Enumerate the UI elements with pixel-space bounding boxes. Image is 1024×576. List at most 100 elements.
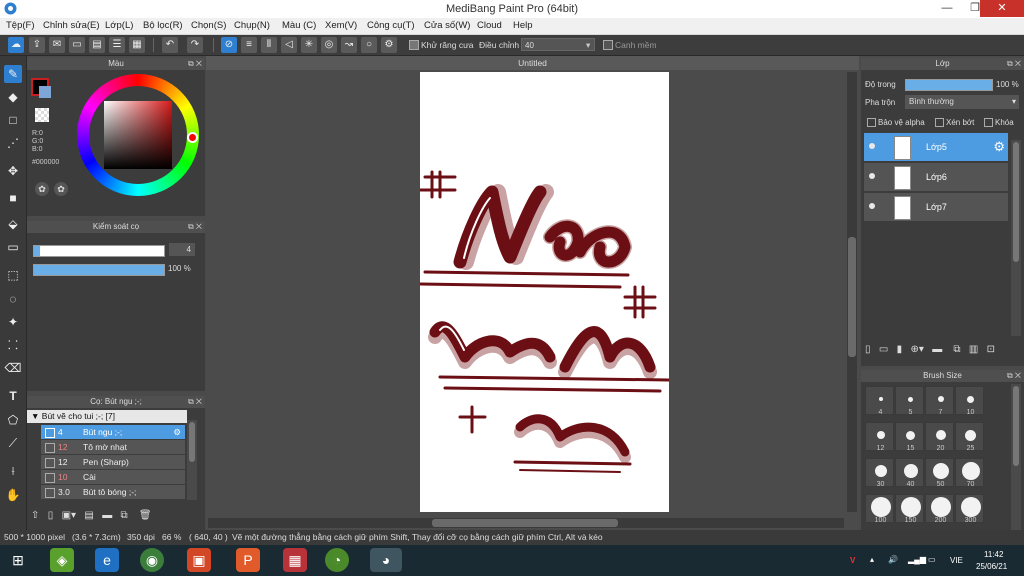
canvas-area[interactable]: Untitled: [206, 56, 859, 530]
gradient-tool-icon[interactable]: ▭: [4, 238, 22, 256]
menu-edit[interactable]: Chỉnh sửa(E): [43, 20, 100, 31]
fill-rect-tool-icon[interactable]: ■: [4, 189, 22, 207]
settings-gear-icon[interactable]: ⚙: [381, 37, 397, 53]
office-icon[interactable]: ▣: [187, 548, 211, 572]
layer-scrollbar[interactable]: [1011, 140, 1021, 336]
operation-tool-icon[interactable]: ⬠: [4, 411, 22, 429]
brush-new-icon[interactable]: ▯: [48, 510, 54, 521]
list-icon[interactable]: ☰: [109, 37, 125, 53]
network-icon[interactable]: ▂▄▆: [908, 555, 926, 564]
brush-size-preset[interactable]: 200: [925, 494, 954, 524]
new-halftone-layer-icon[interactable]: ▭: [879, 344, 888, 355]
adjust-value-dropdown[interactable]: 40: [521, 38, 595, 51]
eyedropper-tool-icon[interactable]: ⟊: [4, 462, 22, 480]
move-tool-icon[interactable]: ✥: [4, 162, 22, 180]
brush-size-preset[interactable]: 100: [865, 494, 894, 524]
clipping-checkbox[interactable]: [935, 118, 944, 127]
brush-size-preset[interactable]: 150: [895, 494, 924, 524]
layer-opacity-slider[interactable]: [905, 79, 993, 91]
grid-icon[interactable]: ▦: [129, 37, 145, 53]
app-swirl-icon[interactable]: ◔: [325, 548, 349, 572]
select-rect-icon[interactable]: ⬚: [4, 266, 22, 284]
brush-size-scrollbar[interactable]: [1011, 384, 1021, 530]
brush-size-preset[interactable]: 40: [895, 458, 924, 488]
panel-close-icon[interactable]: ⧉ ✕: [188, 58, 202, 70]
volume-icon[interactable]: 🔊: [888, 555, 898, 564]
select-eraser-icon[interactable]: ⌫: [4, 359, 22, 377]
brush-item-selected[interactable]: 4 Bút ngu ;-; ⚙: [41, 425, 185, 439]
new-layer-icon[interactable]: ▯: [865, 344, 871, 355]
rectangle-tool-icon[interactable]: □: [4, 111, 22, 129]
upload-icon[interactable]: ⇪: [29, 37, 45, 53]
brush-size-preset[interactable]: 25: [955, 422, 984, 452]
dot-tool-icon[interactable]: ⋰: [4, 134, 22, 152]
secondary-color-swatch[interactable]: [39, 86, 51, 98]
brush-size-preset[interactable]: 5: [895, 386, 924, 416]
menu-cloud[interactable]: Cloud: [477, 20, 502, 31]
snap-vertical-icon[interactable]: ⦀: [261, 37, 277, 53]
powerpoint-icon[interactable]: P: [236, 548, 260, 572]
close-button[interactable]: ✕: [980, 0, 1024, 17]
internet-explorer-icon[interactable]: e: [95, 548, 119, 572]
brush-copy-icon[interactable]: ▤: [84, 510, 93, 521]
medibang-taskbar-icon[interactable]: ◕: [370, 548, 402, 572]
snap-parallel-icon[interactable]: ≡: [241, 37, 257, 53]
antivirus-icon[interactable]: V: [850, 556, 855, 565]
layer-row[interactable]: Lớp6: [864, 163, 1008, 192]
folder-icon[interactable]: ▬: [102, 510, 112, 521]
panel-close-icon[interactable]: ⧉ ✕: [1007, 58, 1021, 70]
blend-mode-dropdown[interactable]: Bình thường ▾: [905, 95, 1019, 109]
windows-start-icon[interactable]: ⊞: [6, 548, 30, 572]
menu-capture[interactable]: Chụp(N): [234, 20, 270, 31]
trash-icon[interactable]: 🗑: [139, 510, 152, 521]
duplicate-icon[interactable]: ⧉: [121, 510, 128, 521]
brush-item[interactable]: 12 Pen (Sharp): [41, 455, 185, 469]
brush-add-icon[interactable]: ⇧: [31, 510, 39, 521]
clock-time[interactable]: 11:42: [984, 550, 1003, 559]
brush-list-scrollbar[interactable]: [187, 420, 197, 500]
transparent-swatch[interactable]: [35, 108, 49, 122]
menu-select[interactable]: Chọn(S): [191, 20, 226, 31]
eye-icon[interactable]: [869, 173, 875, 179]
undo-icon[interactable]: ↶: [162, 37, 178, 53]
magic-wand-icon[interactable]: ✦: [4, 313, 22, 331]
hue-handle[interactable]: [187, 132, 198, 143]
saturation-square[interactable]: [104, 101, 172, 169]
brush-size-preset[interactable]: 50: [925, 458, 954, 488]
protect-alpha-checkbox[interactable]: [867, 118, 876, 127]
brush-menu-icon[interactable]: ▣▾: [62, 510, 76, 521]
duplicate-layer-icon[interactable]: ⧉: [953, 344, 960, 355]
divide-tool-icon[interactable]: ⟋: [4, 434, 22, 452]
snap-concentric-icon[interactable]: ◎: [321, 37, 337, 53]
hue-ring[interactable]: [77, 74, 199, 196]
layer-settings-icon[interactable]: ⊡: [987, 344, 995, 355]
snap-vanish-icon[interactable]: ◁: [281, 37, 297, 53]
menu-file[interactable]: Tệp(F): [6, 20, 35, 31]
select-pen-icon[interactable]: ⸬: [4, 336, 22, 354]
menu-help[interactable]: Help: [513, 20, 533, 31]
eye-icon[interactable]: [869, 143, 875, 149]
antialias-checkbox[interactable]: [409, 40, 419, 50]
brush-item[interactable]: 10 Cài: [41, 470, 185, 484]
merge-layer-icon[interactable]: ▥: [969, 344, 978, 355]
brush-group[interactable]: ▼ Bút vẽ cho tui ;-; [7]: [27, 410, 187, 423]
canvas-vertical-scrollbar[interactable]: [847, 72, 857, 512]
brush-size-preset[interactable]: 7: [925, 386, 954, 416]
size-value[interactable]: 4: [169, 243, 195, 256]
eye-icon[interactable]: [869, 203, 875, 209]
menu-filter[interactable]: Bộ lọc(R): [143, 20, 183, 31]
brush-size-preset[interactable]: 70: [955, 458, 984, 488]
battery-icon[interactable]: ▭: [928, 555, 936, 564]
brush-size-preset[interactable]: 15: [895, 422, 924, 452]
palette-add-icon[interactable]: ✿: [54, 182, 68, 196]
gear-icon[interactable]: ⚙: [993, 139, 1005, 155]
snap-radial-icon[interactable]: ✳: [301, 37, 317, 53]
layer-row-selected[interactable]: Lớp5 ⚙: [864, 133, 1008, 162]
canvas-horizontal-scrollbar[interactable]: [208, 518, 844, 528]
minimize-button[interactable]: —: [934, 0, 960, 17]
new-8bit-layer-icon[interactable]: ▮: [897, 344, 903, 355]
lock-checkbox[interactable]: [984, 118, 993, 127]
brush-item[interactable]: 12 Tô mờ nhạt: [41, 440, 185, 454]
bucket-tool-icon[interactable]: ⬙: [4, 215, 22, 233]
redo-icon[interactable]: ↷: [187, 37, 203, 53]
